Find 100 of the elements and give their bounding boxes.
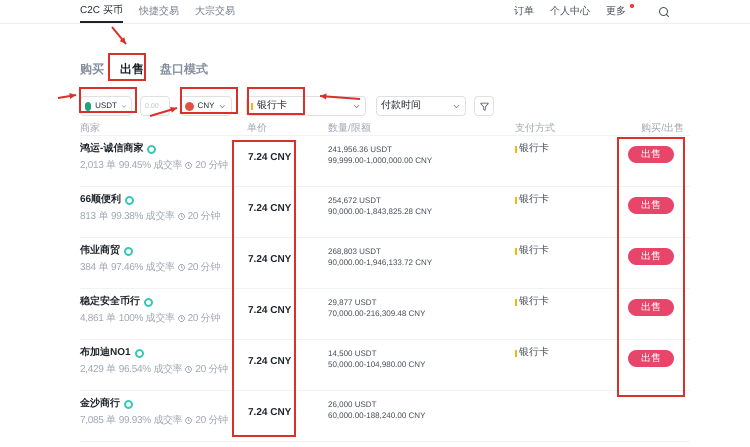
- column-header: 购买/出售: [640, 124, 685, 134]
- nav-link[interactable]: 快捷交易: [138, 0, 179, 23]
- filter-button[interactable]: [474, 96, 494, 116]
- verified-icon: [124, 400, 133, 408]
- order-limit: 60,000.00-188,240.00 CNY: [328, 410, 426, 421]
- payment-method: 银行卡: [519, 144, 549, 154]
- verified-icon: [125, 196, 134, 204]
- merchant-name[interactable]: 鸿运-诚信商家: [80, 144, 144, 154]
- coin-icon: [85, 102, 92, 110]
- currency-icon: [185, 102, 194, 110]
- clock-icon: [185, 366, 192, 373]
- completion-rate: 99.38% 成交率: [110, 210, 175, 224]
- clock-icon: [185, 417, 192, 424]
- release-time: 20 分钟: [188, 210, 220, 224]
- verified-icon: [147, 144, 156, 154]
- unit-price: 7.24 CNY: [248, 407, 292, 418]
- release-time: 20 分钟: [195, 158, 228, 173]
- release-time: 20 分钟: [195, 414, 228, 428]
- payment-marker-icon: [515, 248, 517, 254]
- order-count: 4,861 单: [80, 312, 116, 326]
- search-icon[interactable]: [658, 6, 670, 18]
- order-limit: 90,000.00-1,946,133.72 CNY: [328, 257, 434, 268]
- release-time: 20 分钟: [188, 260, 220, 275]
- annotation-box: [108, 53, 146, 81]
- fiat-select[interactable]: CNY: [180, 96, 232, 116]
- order-count: 384 单: [80, 260, 108, 275]
- merchant-name[interactable]: 66顺便利: [80, 195, 122, 205]
- payment-method: 银行卡: [519, 246, 549, 256]
- available-amount: 26,000 USDT: [328, 399, 378, 410]
- completion-rate: 97.46% 成交率: [110, 260, 175, 275]
- coin-label: USDT: [95, 100, 117, 112]
- payment-marker-icon: [515, 350, 517, 356]
- nav-link[interactable]: 订单: [514, 4, 534, 19]
- order-limit: 99,999.00-1,000,000.00 CNY: [328, 155, 434, 166]
- column-header: 单价: [247, 124, 268, 134]
- column-header: 数量/限额: [328, 124, 372, 134]
- unit-price: 7.24 CNY: [248, 356, 292, 367]
- merchant-name[interactable]: 金沙商行: [80, 399, 120, 409]
- mode-tab[interactable]: 出售: [120, 60, 144, 78]
- merchant-name[interactable]: 稳定安全币行: [80, 297, 140, 307]
- more-menu[interactable]: 更多: [606, 4, 634, 19]
- payment-label: 银行卡: [257, 101, 287, 111]
- column-header: 支付方式: [515, 124, 556, 134]
- completion-rate: 100% 成交率: [118, 312, 175, 326]
- annotation-arrow: [320, 93, 360, 100]
- merchant-name[interactable]: 伟业商贸: [80, 246, 120, 256]
- payment-marker-icon: [251, 102, 253, 110]
- annotation-arrow: [111, 26, 127, 45]
- sell-button[interactable]: 出售: [628, 248, 674, 265]
- completion-rate: 99.93% 成交率: [118, 414, 182, 428]
- clock-icon: [178, 264, 185, 271]
- unit-price: 7.24 CNY: [248, 203, 292, 214]
- clock-icon: [178, 315, 185, 322]
- coin-select[interactable]: USDT: [80, 96, 132, 116]
- order-limit: 50,000.00-104,980.00 CNY: [328, 359, 426, 370]
- nav-link[interactable]: 个人中心: [550, 4, 590, 19]
- sell-button[interactable]: 出售: [628, 146, 674, 163]
- available-amount: 29,877 USDT: [328, 297, 378, 308]
- order-limit: 70,000.00-216,309.48 CNY: [328, 308, 426, 319]
- verified-icon: [144, 298, 153, 306]
- sell-button[interactable]: 出售: [628, 350, 674, 367]
- release-time: 20 分钟: [195, 362, 228, 377]
- payment-time-label: 付款时间: [381, 101, 421, 111]
- unit-price: 7.24 CNY: [248, 152, 292, 163]
- available-amount: 268,803 USDT: [328, 246, 382, 257]
- annotation-box: [247, 87, 305, 115]
- clock-icon: [185, 162, 192, 169]
- payment-method: 银行卡: [519, 195, 549, 205]
- sell-button[interactable]: 出售: [628, 197, 674, 214]
- order-count: 2,013 单: [80, 158, 116, 173]
- payment-marker-icon: [515, 146, 517, 152]
- order-count: 7,085 单: [80, 414, 116, 428]
- available-amount: 14,500 USDT: [328, 348, 378, 359]
- column-header: 商家: [80, 124, 101, 134]
- merchant-name[interactable]: 布加迪NO1: [80, 348, 131, 358]
- annotation-arrow: [150, 106, 178, 117]
- fiat-label: CNY: [198, 100, 214, 112]
- annotation-box: [79, 87, 137, 113]
- unit-price: 7.24 CNY: [248, 305, 292, 316]
- available-amount: 254,672 USDT: [328, 195, 382, 206]
- order-limit: 90,000.00-1,843,825.28 CNY: [328, 206, 434, 217]
- filter-icon: [480, 102, 488, 110]
- release-time: 20 分钟: [188, 312, 220, 326]
- unit-price: 7.24 CNY: [248, 254, 292, 265]
- sell-button[interactable]: 出售: [628, 299, 674, 316]
- order-count: 813 单: [80, 210, 108, 224]
- payment-method: 银行卡: [519, 348, 549, 358]
- payment-marker-icon: [515, 196, 517, 204]
- payment-method: 银行卡: [519, 297, 549, 307]
- nav-link[interactable]: 大宗交易: [194, 0, 235, 23]
- annotation-box: [180, 87, 238, 114]
- order-count: 2,429 单: [80, 362, 116, 377]
- completion-rate: 99.45% 成交率: [118, 158, 182, 173]
- available-amount: 241,956.36 USDT: [328, 144, 394, 155]
- nav-link[interactable]: C2C 买币: [80, 0, 123, 23]
- payment-time-select[interactable]: 付款时间: [376, 96, 466, 116]
- payment-marker-icon: [515, 298, 517, 306]
- verified-icon: [124, 246, 133, 256]
- payment-select[interactable]: 银行卡: [246, 96, 366, 116]
- clock-icon: [178, 213, 185, 220]
